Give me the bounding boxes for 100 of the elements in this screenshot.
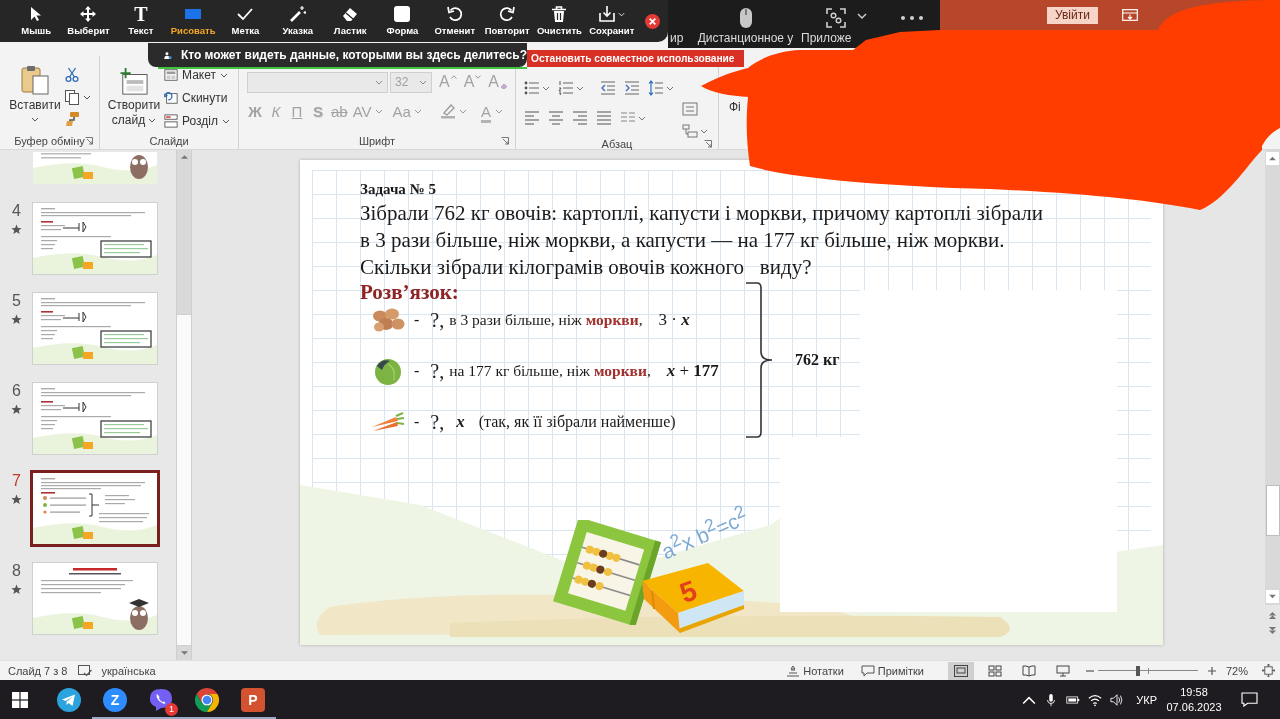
dialog-launcher-icon[interactable]: [501, 137, 509, 145]
solution-heading: Розв’язок:: [360, 281, 460, 303]
slide-thumbnail[interactable]: [33, 563, 157, 634]
zoom-in-icon[interactable]: [1207, 666, 1216, 675]
browser-icon: [195, 687, 219, 712]
zoom-slider[interactable]: [1097, 665, 1198, 676]
numbering-icon[interactable]: [558, 80, 574, 96]
speaker-icon[interactable]: [1110, 692, 1125, 707]
previous-slide-icon[interactable]: [1268, 611, 1277, 620]
wifi-icon[interactable]: [1088, 692, 1103, 707]
fit-to-window-icon[interactable]: [1262, 664, 1275, 677]
math-expression: 3 · x: [658, 309, 690, 331]
slide-counter: Слайд 7 з 8: [8, 664, 68, 677]
view-button[interactable]: [947, 661, 974, 680]
diagram-icon[interactable]: [682, 124, 698, 138]
annotation-tool-button[interactable]: Ластик: [323, 0, 377, 42]
row-description: (так, як її зібрали найменше): [478, 412, 676, 433]
meeting-control-button[interactable]: Приложе: [798, 4, 852, 46]
clipboard-icon: [19, 64, 51, 96]
phone-bubble-icon: [149, 687, 173, 712]
annotation-tool-button[interactable]: T Текст: [114, 0, 167, 42]
scissors-icon[interactable]: [64, 67, 80, 83]
caret-icon[interactable]: [219, 72, 228, 78]
dialog-launcher-icon[interactable]: [704, 140, 712, 148]
share-notice-text: Кто может видеть данные, которыми вы здесь делитесь?: [180, 48, 527, 62]
caret-icon[interactable]: [31, 117, 39, 122]
clock-time[interactable]: 19:58: [1180, 684, 1208, 700]
dialog-launcher-icon[interactable]: [85, 137, 93, 145]
new-slide-button[interactable]: Створити слайд: [106, 68, 162, 130]
scrollbar[interactable]: [176, 150, 192, 660]
annotation-tool-button[interactable]: Метка: [219, 0, 272, 42]
line-spacing-icon[interactable]: [648, 80, 664, 96]
slide-option-button[interactable]: Розділ: [164, 114, 230, 128]
scroll-up-icon[interactable]: [179, 154, 189, 160]
clock-date[interactable]: 07.06.2023: [1166, 699, 1222, 715]
scroll-thumb[interactable]: [1265, 485, 1280, 536]
meeting-control-button[interactable]: Дистанционное у: [693, 4, 798, 46]
align-center-icon[interactable]: [548, 110, 564, 126]
meeting-control-button[interactable]: ир: [668, 4, 693, 46]
mouse-icon: [738, 7, 753, 29]
zoom-slider-thumb[interactable]: [1135, 665, 1140, 676]
stop-sharing-button[interactable]: Остановить совместное использование: [527, 50, 744, 67]
increase-indent-icon[interactable]: [624, 80, 640, 96]
align-left-icon[interactable]: [524, 110, 540, 126]
scroll-down-icon[interactable]: [1266, 590, 1279, 603]
scroll-down-icon[interactable]: [179, 650, 189, 656]
caret-icon[interactable]: [221, 118, 230, 124]
annotation-tool-button[interactable]: Выберит: [62, 0, 115, 42]
input-language[interactable]: УКР: [1136, 693, 1157, 706]
next-slide-icon[interactable]: [1268, 626, 1277, 635]
share-notice-banner[interactable]: Кто может видеть данные, которыми вы здесь делитесь?: [148, 43, 527, 67]
highlighter-icon[interactable]: [439, 103, 456, 119]
scroll-thumb[interactable]: [177, 314, 191, 646]
language-indicator[interactable]: українська: [101, 664, 156, 677]
close-icon[interactable]: [645, 13, 661, 29]
annotation-tool-button[interactable]: Сохранит: [585, 0, 638, 42]
sign-in-button[interactable]: Увійти: [1047, 6, 1098, 24]
notification-icon[interactable]: [1241, 692, 1258, 707]
ribbon-display-icon[interactable]: [1121, 9, 1138, 21]
slide-option-button[interactable]: Скинути: [164, 91, 230, 105]
annotation-tool-button[interactable]: Указка: [271, 0, 324, 42]
scrollbar[interactable]: [1265, 150, 1280, 605]
more-icon[interactable]: [901, 16, 923, 20]
eraser-icon: [342, 6, 359, 22]
annotation-tool-button[interactable]: Рисовать: [167, 0, 220, 42]
windows-start-icon[interactable]: [12, 691, 28, 708]
comment-icon: [860, 664, 875, 677]
slide-number: 5: [12, 293, 21, 309]
slide-thumbnail[interactable]: [33, 203, 157, 274]
zoom-percent[interactable]: 72%: [1225, 664, 1248, 677]
checkmark-icon: [237, 6, 254, 22]
annotation-tool-button[interactable]: Очистить: [533, 0, 586, 42]
notes-button[interactable]: Нотатки: [786, 664, 844, 677]
ribbon-button-label[interactable]: Фі: [729, 100, 741, 114]
slide-thumbnail[interactable]: [33, 383, 157, 454]
paste-button[interactable]: Вставити: [6, 64, 64, 133]
annotation-tool-button[interactable]: Форма: [376, 0, 429, 42]
caret-icon[interactable]: [83, 94, 91, 100]
decrease-indent-icon[interactable]: [600, 80, 616, 96]
taskbar-app-button[interactable]: 1: [138, 680, 184, 719]
format-painter-icon[interactable]: [64, 111, 80, 127]
total-weight: 762 кг: [795, 351, 840, 369]
screen-share-icon: [826, 8, 846, 28]
section-icon: [164, 114, 178, 128]
scroll-up-icon[interactable]: [1266, 152, 1279, 165]
accessibility-icon[interactable]: [77, 664, 92, 677]
align-right-icon[interactable]: [572, 110, 588, 126]
caret-icon[interactable]: [148, 118, 157, 124]
annotation-tool-button[interactable]: Отменит: [428, 0, 481, 42]
annotation-tool-button[interactable]: Мышь: [10, 0, 63, 42]
comments-button[interactable]: Примітки: [860, 664, 924, 677]
group-label: Абзац: [601, 138, 633, 150]
copy-icon[interactable]: [64, 89, 80, 105]
bullets-icon[interactable]: [524, 80, 540, 96]
annotation-tool-button[interactable]: Повторит: [480, 0, 534, 42]
slide-thumbnail[interactable]: [33, 293, 157, 364]
justify-icon[interactable]: [596, 110, 612, 126]
move-arrows-icon: [80, 6, 97, 22]
slide-thumbnail[interactable]: [30, 470, 160, 547]
taskbar-app-button[interactable]: P: [230, 680, 276, 719]
